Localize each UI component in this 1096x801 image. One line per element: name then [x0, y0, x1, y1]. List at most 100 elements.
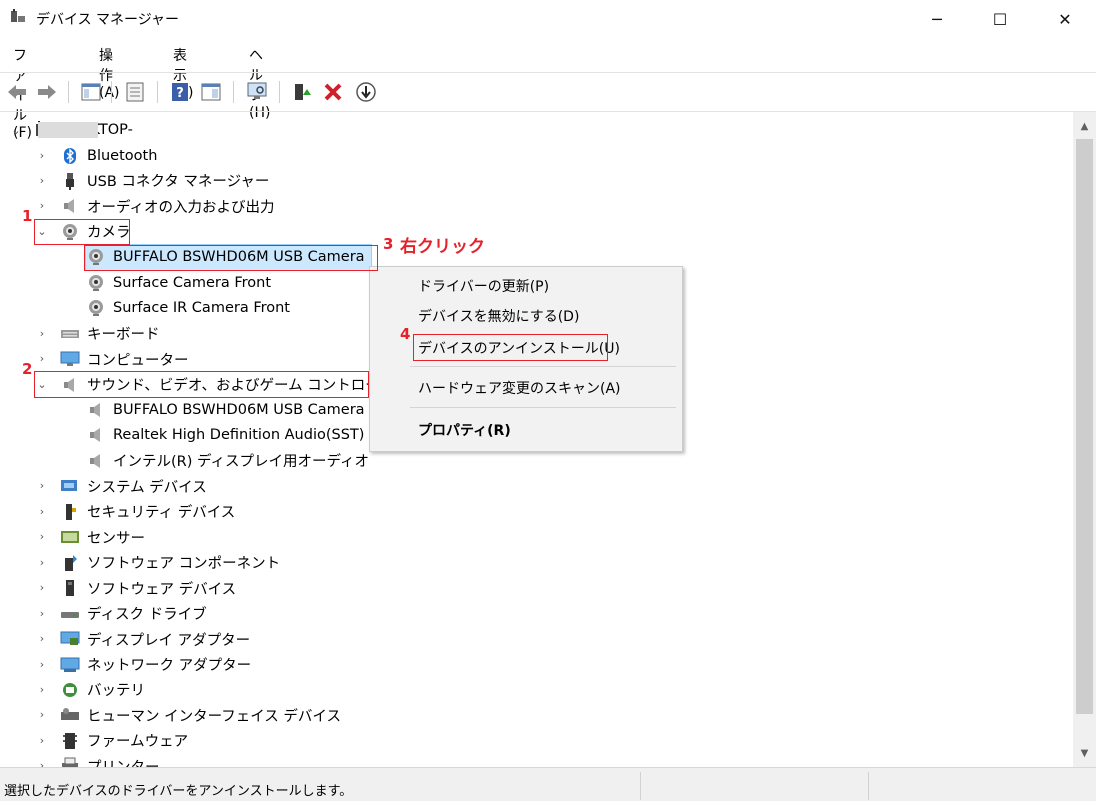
- monitor-icon: [60, 349, 80, 369]
- toolbar-separator: [111, 81, 112, 103]
- device-item[interactable]: Surface Camera Front: [86, 270, 271, 295]
- menu-update-driver[interactable]: ドライバーの更新(P): [370, 273, 682, 299]
- security-device-icon: [60, 502, 80, 522]
- expand-chevron[interactable]: ›: [36, 607, 48, 620]
- category-item[interactable]: ソフトウェア デバイス: [60, 576, 236, 601]
- expand-chevron[interactable]: ›: [36, 352, 48, 365]
- scroll-down-icon[interactable]: ▼: [1073, 743, 1096, 763]
- category-item[interactable]: ソフトウェア コンポーネント: [60, 550, 280, 575]
- title-bar: デバイス マネージャー ─ ☐ ✕: [0, 0, 1096, 38]
- scrollbar-thumb[interactable]: [1076, 139, 1093, 714]
- camera-icon: [86, 273, 106, 293]
- tree-root[interactable]: DESKTOP-: [34, 117, 133, 142]
- expand-chevron[interactable]: ›: [36, 505, 48, 518]
- bluetooth-icon: [60, 146, 80, 166]
- category-label: キーボード: [87, 327, 160, 344]
- device-item[interactable]: インテル(R) ディスプレイ用オーディオ: [86, 448, 369, 473]
- scroll-up-icon[interactable]: ▲: [1073, 116, 1096, 136]
- category-item[interactable]: ヒューマン インターフェイス デバイス: [60, 703, 341, 728]
- expand-chevron[interactable]: ›: [36, 530, 48, 543]
- maximize-button[interactable]: ☐: [977, 0, 1023, 38]
- status-bar: 選択したデバイスのドライバーをアンインストールします。: [0, 767, 1096, 801]
- keyboard-icon: [60, 324, 80, 344]
- usb-connector-icon: [60, 171, 80, 191]
- category-item[interactable]: キーボード: [60, 321, 160, 346]
- update-driver-icon[interactable]: [291, 81, 313, 103]
- category-item[interactable]: ファームウェア: [60, 728, 188, 753]
- expand-chevron[interactable]: ›: [36, 632, 48, 645]
- back-icon[interactable]: [6, 81, 28, 103]
- annotation-box-sound: [34, 371, 369, 398]
- menu-separator: [410, 407, 676, 408]
- category-label: ヒューマン インターフェイス デバイス: [87, 708, 341, 725]
- category-item[interactable]: ディスプレイ アダプター: [60, 627, 250, 652]
- device-label: インテル(R) ディスプレイ用オーディオ: [113, 454, 369, 471]
- category-item[interactable]: ネットワーク アダプター: [60, 652, 251, 677]
- expand-chevron[interactable]: ›: [36, 708, 48, 721]
- expand-chevron[interactable]: ›: [36, 759, 48, 767]
- expand-chevron[interactable]: ›: [36, 658, 48, 671]
- category-item[interactable]: USB コネクタ マネージャー: [60, 168, 269, 193]
- toolbar-separator: [233, 81, 234, 103]
- category-label: システム デバイス: [87, 479, 207, 496]
- redacted-hostname: [38, 121, 98, 138]
- category-item[interactable]: システム デバイス: [60, 474, 207, 499]
- forward-icon[interactable]: [36, 81, 58, 103]
- device-item[interactable]: Realtek High Definition Audio(SST): [86, 423, 364, 448]
- speaker-icon: [86, 400, 106, 420]
- device-manager-icon: [11, 9, 25, 22]
- vertical-scrollbar[interactable]: ▲ ▼: [1073, 112, 1096, 767]
- scan-hardware-icon[interactable]: [246, 81, 268, 103]
- expand-chevron[interactable]: ›: [36, 199, 48, 212]
- software-component-icon: [60, 553, 80, 573]
- expand-chevron[interactable]: ›: [36, 479, 48, 492]
- category-item[interactable]: バッテリ: [60, 677, 145, 702]
- toolbar-separator: [68, 81, 69, 103]
- category-label: プリンター: [87, 756, 160, 767]
- category-item[interactable]: Bluetooth: [60, 143, 157, 168]
- properties-icon[interactable]: [124, 81, 146, 103]
- network-adapter-icon: [60, 655, 80, 675]
- expand-chevron[interactable]: ›: [36, 327, 48, 340]
- status-divider: [868, 772, 869, 800]
- expand-chevron[interactable]: ›: [36, 734, 48, 747]
- category-label: Bluetooth: [87, 147, 158, 164]
- category-item[interactable]: ディスク ドライブ: [60, 601, 207, 626]
- uninstall-icon[interactable]: [322, 81, 344, 103]
- speaker-icon: [86, 451, 106, 471]
- disk-drive-icon: [60, 604, 80, 624]
- annotation-box-uninstall: [413, 334, 608, 361]
- show-hide-tree-icon[interactable]: [80, 81, 102, 103]
- menu-disable-device[interactable]: デバイスを無効にする(D): [370, 303, 682, 329]
- category-label: コンピューター: [87, 352, 189, 369]
- expand-chevron[interactable]: ›: [36, 149, 48, 162]
- view-icon[interactable]: [200, 81, 222, 103]
- category-label: ネットワーク アダプター: [87, 658, 252, 674]
- install-icon[interactable]: [355, 81, 377, 103]
- toolbar-separator: [279, 81, 280, 103]
- category-item[interactable]: セキュリティ デバイス: [60, 499, 235, 524]
- category-item[interactable]: センサー: [60, 525, 145, 550]
- expand-chevron[interactable]: ›: [36, 556, 48, 569]
- category-item[interactable]: コンピューター: [60, 347, 189, 372]
- category-label: セキュリティ デバイス: [87, 505, 236, 522]
- device-label: Realtek High Definition Audio(SST): [113, 427, 365, 444]
- device-item[interactable]: Surface IR Camera Front: [86, 296, 290, 321]
- category-item[interactable]: プリンター: [60, 754, 160, 767]
- expand-chevron[interactable]: ›: [36, 174, 48, 187]
- device-item[interactable]: BUFFALO BSWHD06M USB Camera: [86, 398, 365, 423]
- menu-properties[interactable]: プロパティ(R): [370, 417, 682, 443]
- status-divider: [640, 772, 641, 800]
- collapse-chevron[interactable]: ⌄: [10, 124, 22, 137]
- close-button[interactable]: ✕: [1042, 0, 1088, 38]
- minimize-button[interactable]: ─: [914, 0, 960, 38]
- software-device-icon: [60, 578, 80, 598]
- category-label: ファームウェア: [87, 734, 189, 751]
- help-icon[interactable]: ?: [169, 81, 191, 103]
- status-text: 選択したデバイスのドライバーをアンインストールします。: [4, 784, 353, 799]
- menu-scan-hardware[interactable]: ハードウェア変更のスキャン(A): [370, 375, 682, 401]
- expand-chevron[interactable]: ›: [36, 581, 48, 594]
- category-item[interactable]: オーディオの入力および出力: [60, 194, 274, 219]
- svg-text:?: ?: [176, 86, 184, 101]
- expand-chevron[interactable]: ›: [36, 683, 48, 696]
